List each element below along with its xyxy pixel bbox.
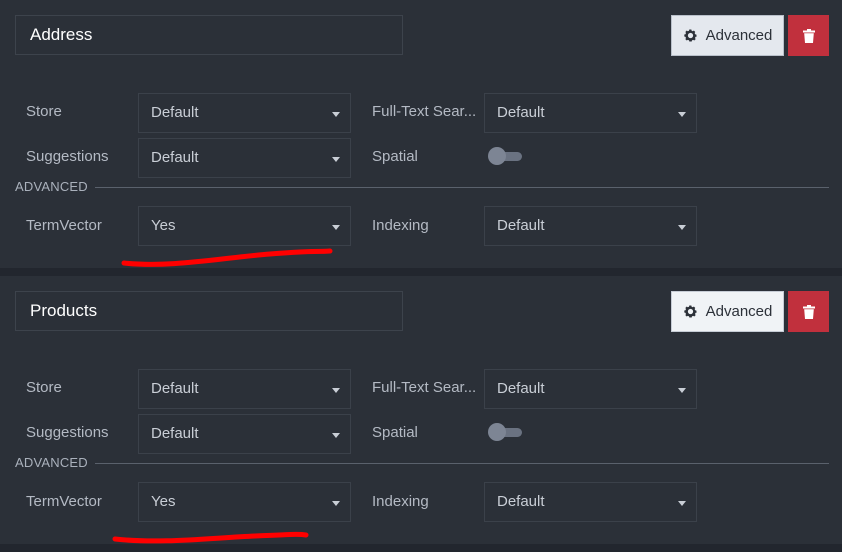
- chevron-down-icon: [678, 112, 686, 117]
- store-value: Default: [151, 380, 199, 397]
- advanced-button-label: Advanced: [705, 27, 773, 44]
- suggestions-value: Default: [151, 149, 199, 166]
- toggle-knob: [488, 423, 506, 441]
- field-panel-address: Address Advanced Store Default Full-Text…: [0, 0, 842, 268]
- indexing-value: Default: [497, 217, 545, 234]
- chevron-down-icon: [332, 433, 340, 438]
- section-divider: [95, 187, 829, 188]
- chevron-down-icon: [332, 501, 340, 506]
- store-select[interactable]: Default: [138, 369, 351, 409]
- termvector-label: TermVector: [26, 493, 102, 510]
- delete-button[interactable]: [788, 15, 829, 56]
- indexing-select[interactable]: Default: [484, 482, 697, 522]
- trash-icon: [802, 304, 815, 319]
- gear-icon: [683, 305, 697, 318]
- spatial-toggle[interactable]: [488, 147, 526, 165]
- termvector-select[interactable]: Yes: [138, 482, 351, 522]
- termvector-value: Yes: [151, 493, 176, 510]
- field-panel-products: Products Advanced Store Default Full-Tex…: [0, 276, 842, 544]
- fulltext-label: Full-Text Sear...: [372, 103, 477, 120]
- field-name-input[interactable]: Products: [15, 291, 403, 331]
- spatial-toggle[interactable]: [488, 423, 526, 441]
- advanced-section-title: ADVANCED: [15, 455, 88, 470]
- fulltext-select[interactable]: Default: [484, 369, 697, 409]
- suggestions-value: Default: [151, 425, 199, 442]
- advanced-section-title: ADVANCED: [15, 179, 88, 194]
- delete-button[interactable]: [788, 291, 829, 332]
- advanced-button[interactable]: Advanced: [671, 291, 784, 332]
- chevron-down-icon: [332, 388, 340, 393]
- suggestions-select[interactable]: Default: [138, 138, 351, 178]
- fulltext-value: Default: [497, 104, 545, 121]
- indexing-select[interactable]: Default: [484, 206, 697, 246]
- trash-icon: [802, 28, 815, 43]
- advanced-button[interactable]: Advanced: [671, 15, 784, 56]
- suggestions-label: Suggestions: [26, 424, 109, 441]
- indexing-label: Indexing: [372, 493, 429, 510]
- spatial-label: Spatial: [372, 424, 418, 441]
- chevron-down-icon: [678, 225, 686, 230]
- suggestions-select[interactable]: Default: [138, 414, 351, 454]
- toggle-knob: [488, 147, 506, 165]
- store-value: Default: [151, 104, 199, 121]
- chevron-down-icon: [332, 225, 340, 230]
- fulltext-select[interactable]: Default: [484, 93, 697, 133]
- chevron-down-icon: [678, 501, 686, 506]
- section-divider: [95, 463, 829, 464]
- indexing-label: Indexing: [372, 217, 429, 234]
- field-name-input[interactable]: Address: [15, 15, 403, 55]
- store-label: Store: [26, 103, 62, 120]
- gear-icon: [683, 29, 697, 42]
- spatial-label: Spatial: [372, 148, 418, 165]
- store-select[interactable]: Default: [138, 93, 351, 133]
- chevron-down-icon: [678, 388, 686, 393]
- suggestions-label: Suggestions: [26, 148, 109, 165]
- store-label: Store: [26, 379, 62, 396]
- fulltext-value: Default: [497, 380, 545, 397]
- fulltext-label: Full-Text Sear...: [372, 379, 477, 396]
- chevron-down-icon: [332, 112, 340, 117]
- indexing-value: Default: [497, 493, 545, 510]
- termvector-value: Yes: [151, 217, 176, 234]
- termvector-label: TermVector: [26, 217, 102, 234]
- chevron-down-icon: [332, 157, 340, 162]
- advanced-button-label: Advanced: [705, 303, 773, 320]
- termvector-select[interactable]: Yes: [138, 206, 351, 246]
